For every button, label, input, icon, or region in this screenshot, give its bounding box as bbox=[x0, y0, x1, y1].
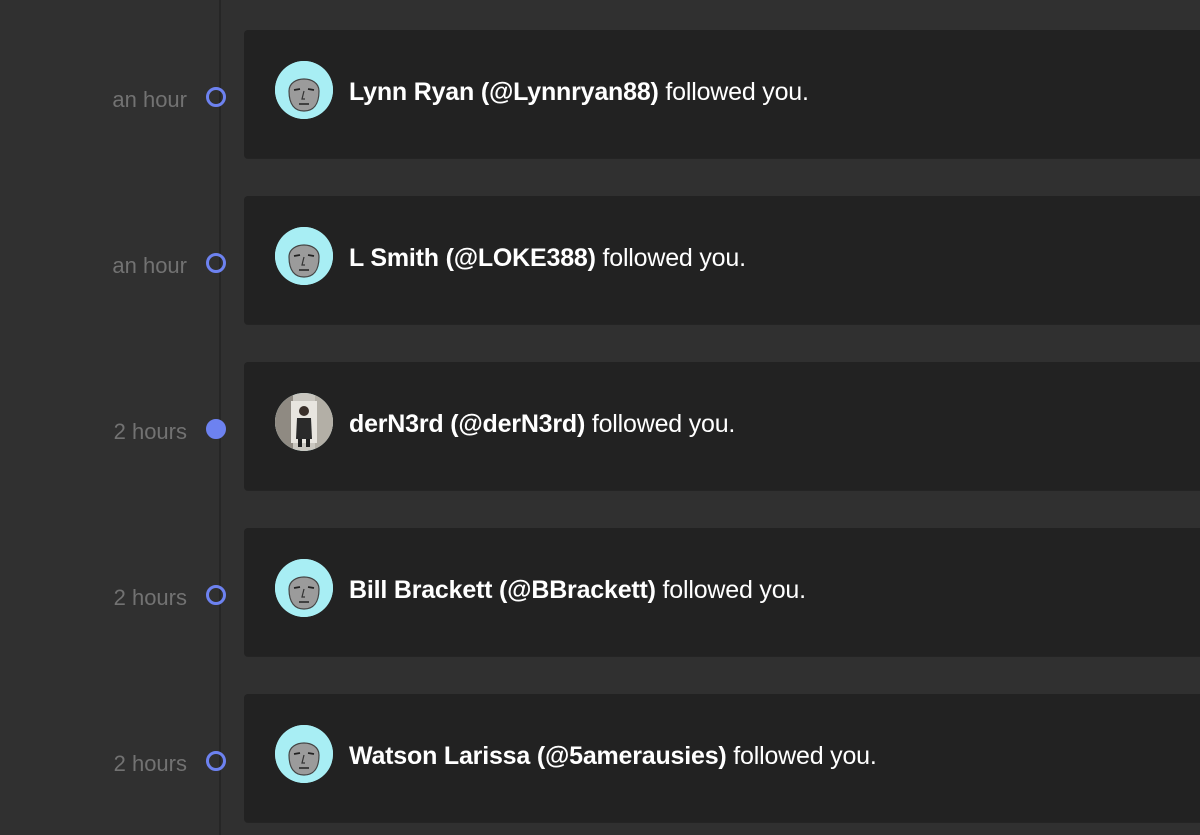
follower-name[interactable]: Watson Larissa bbox=[349, 742, 530, 770]
notification-action: followed you. bbox=[591, 410, 736, 438]
timestamp: an hour bbox=[112, 253, 187, 278]
timestamp: 2 hours bbox=[113, 419, 187, 444]
follower-handle[interactable]: (@LOKE388) bbox=[446, 244, 596, 272]
npc-face-icon[interactable] bbox=[275, 227, 333, 285]
timestamp: 2 hours bbox=[113, 751, 187, 776]
notification-message: Lynn Ryan (@Lynnryan88) followed you. bbox=[349, 76, 809, 108]
notification-action: followed you. bbox=[665, 78, 809, 106]
follower-name[interactable]: derN3rd bbox=[349, 410, 444, 438]
notification-card[interactable]: Lynn Ryan (@Lynnryan88) followed you. bbox=[244, 30, 1200, 158]
photo-avatar[interactable] bbox=[275, 393, 333, 451]
notification-card[interactable]: L Smith (@LOKE388) followed you. bbox=[244, 196, 1200, 324]
notifications-page: an hour Lynn Ryan (@Lynnryan88) followed… bbox=[0, 0, 1200, 835]
notification-item: an hour L Smith (@LOKE388) followed you. bbox=[0, 196, 1200, 324]
unread-indicator-dot[interactable] bbox=[206, 253, 226, 273]
notification-card[interactable]: Bill Brackett (@BBrackett) followed you. bbox=[244, 528, 1200, 656]
notification-item: 2 hours derN3rd (@derN3rd) followed you. bbox=[0, 362, 1200, 490]
follower-handle[interactable]: (@5amerausies) bbox=[537, 742, 727, 770]
notification-action: followed you. bbox=[733, 742, 877, 770]
follower-handle[interactable]: (@BBrackett) bbox=[499, 576, 656, 604]
notification-message: derN3rd (@derN3rd) followed you. bbox=[349, 408, 735, 440]
notification-card[interactable]: derN3rd (@derN3rd) followed you. bbox=[244, 362, 1200, 490]
unread-indicator-dot[interactable] bbox=[206, 751, 226, 771]
unread-indicator-dot[interactable] bbox=[206, 87, 226, 107]
notification-feed: an hour Lynn Ryan (@Lynnryan88) followed… bbox=[0, 0, 1200, 835]
notification-message: Watson Larissa (@5amerausies) followed y… bbox=[349, 740, 877, 772]
notification-message: L Smith (@LOKE388) followed you. bbox=[349, 242, 746, 274]
follower-name[interactable]: L Smith bbox=[349, 244, 439, 272]
unread-indicator-dot[interactable] bbox=[206, 419, 226, 439]
notification-card[interactable]: Watson Larissa (@5amerausies) followed y… bbox=[244, 694, 1200, 822]
notification-action: followed you. bbox=[662, 576, 807, 604]
follower-name[interactable]: Lynn Ryan bbox=[349, 78, 474, 106]
follower-handle[interactable]: (@Lynnryan88) bbox=[481, 78, 659, 106]
notification-message: Bill Brackett (@BBrackett) followed you. bbox=[349, 574, 806, 606]
notification-item: 2 hours Bill Brackett (@BBrackett) follo… bbox=[0, 528, 1200, 656]
follower-handle[interactable]: (@derN3rd) bbox=[450, 410, 585, 438]
npc-face-icon[interactable] bbox=[275, 725, 333, 783]
unread-indicator-dot[interactable] bbox=[206, 585, 226, 605]
follower-name[interactable]: Bill Brackett bbox=[349, 576, 492, 604]
timestamp: 2 hours bbox=[113, 585, 187, 610]
notification-item: an hour Lynn Ryan (@Lynnryan88) followed… bbox=[0, 30, 1200, 158]
npc-face-icon[interactable] bbox=[275, 61, 333, 119]
notification-action: followed you. bbox=[602, 244, 747, 272]
notification-item: 2 hours Watson Larissa (@5amerausies) fo… bbox=[0, 694, 1200, 822]
timestamp: an hour bbox=[112, 87, 187, 112]
npc-face-icon[interactable] bbox=[275, 559, 333, 617]
